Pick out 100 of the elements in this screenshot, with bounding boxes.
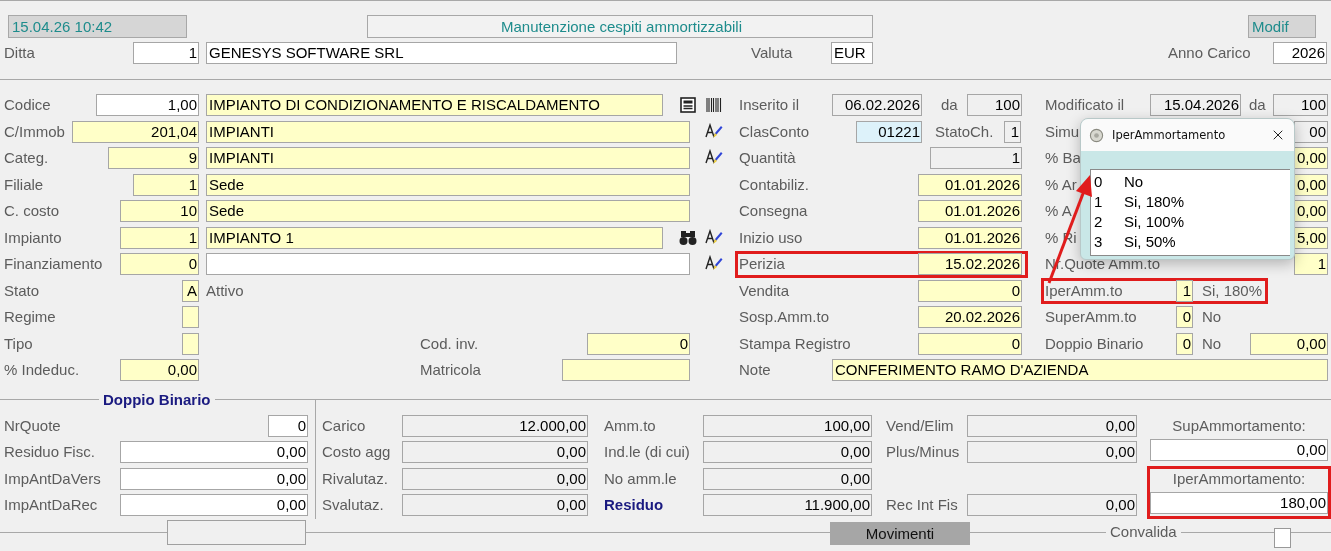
field-label: Note bbox=[739, 361, 771, 380]
input-field[interactable]: 15.04.2026 bbox=[1150, 94, 1241, 117]
input-field[interactable]: 0 bbox=[1176, 332, 1193, 355]
field-label: Vendita bbox=[739, 281, 790, 300]
field-label: Matricola bbox=[420, 361, 481, 380]
field-label: Modificato il bbox=[1045, 96, 1125, 115]
value-field: 12.000,00 bbox=[402, 414, 588, 437]
input-field[interactable]: 0 bbox=[918, 332, 1022, 355]
value-field: 0,00 bbox=[703, 441, 872, 464]
app-icon bbox=[1089, 127, 1104, 143]
input-field[interactable]: IMPIANTO DI CONDIZIONAMENTO E RISCALDAMENTO bbox=[206, 94, 663, 117]
input-field[interactable]: 01.01.2026 bbox=[918, 226, 1022, 249]
input-field[interactable]: CONFERIMENTO RAMO D'AZIENDA bbox=[832, 359, 1328, 382]
input-field[interactable]: 0 bbox=[918, 279, 1022, 302]
input-field[interactable]: 0,00 bbox=[1294, 200, 1328, 223]
field-label: ClasConto bbox=[739, 122, 810, 141]
input-field[interactable]: 9 bbox=[108, 147, 199, 170]
list-option[interactable]: 3 Si, 50% bbox=[1091, 231, 1290, 251]
barcode-button[interactable] bbox=[705, 96, 723, 115]
barcode-icon bbox=[706, 97, 722, 114]
input-field[interactable]: 15.02.2026 bbox=[918, 253, 1022, 276]
mode-indicator: Modif bbox=[1248, 15, 1316, 38]
list-option[interactable]: 1 Si, 180% bbox=[1091, 191, 1290, 211]
list-option[interactable]: 2 Si, 100% bbox=[1091, 211, 1290, 231]
input-field[interactable]: Sede bbox=[206, 200, 690, 223]
field-label: Stampa Registro bbox=[739, 334, 851, 353]
input-field[interactable] bbox=[182, 332, 199, 355]
input-field[interactable]: 0 bbox=[268, 414, 308, 437]
input-field[interactable]: 20.02.2026 bbox=[918, 306, 1022, 329]
input-field[interactable]: 01.01.2026 bbox=[918, 173, 1022, 196]
field-label: Doppio Binario bbox=[1045, 334, 1144, 353]
input-field[interactable]: 201,04 bbox=[72, 120, 199, 143]
input-field[interactable]: 0,00 bbox=[1150, 438, 1328, 461]
input-field[interactable]: IMPIANTO 1 bbox=[206, 226, 663, 249]
field-label: Codice bbox=[4, 96, 51, 115]
input-field[interactable]: 0,00 bbox=[120, 441, 308, 464]
list-option[interactable]: 0 No bbox=[1091, 171, 1290, 191]
detail-button[interactable] bbox=[679, 96, 697, 115]
field-label: Vend/Elim bbox=[886, 416, 954, 435]
search-button[interactable] bbox=[679, 228, 697, 247]
field-label: da bbox=[941, 96, 958, 115]
input-field[interactable]: 0 bbox=[1176, 306, 1193, 329]
movements-button[interactable]: Movimenti bbox=[830, 521, 970, 545]
input-field[interactable] bbox=[562, 359, 690, 382]
value-field: 0,00 bbox=[967, 494, 1137, 517]
total-caption: IperAmmortamento: bbox=[1172, 469, 1306, 488]
field-label: ImpAntDaVers bbox=[4, 469, 101, 488]
input-field[interactable]: 100 bbox=[1273, 94, 1328, 117]
document-icon bbox=[680, 97, 696, 114]
input-field[interactable]: 0,00 bbox=[1294, 147, 1328, 170]
input-field[interactable]: 0,00 bbox=[1294, 173, 1328, 196]
input-field[interactable]: 180,00 bbox=[1150, 491, 1328, 514]
input-field[interactable]: IMPIANTI bbox=[206, 120, 690, 143]
input-field[interactable]: 01221 bbox=[856, 120, 922, 143]
input-field[interactable]: IMPIANTI bbox=[206, 147, 690, 170]
input-field[interactable]: 1 bbox=[133, 173, 199, 196]
input-field[interactable]: 0,00 bbox=[120, 467, 308, 490]
field-label: Finanziamento bbox=[4, 255, 103, 274]
input-field[interactable]: 0,00 bbox=[1250, 332, 1328, 355]
field-label: ImpAntDaRec bbox=[4, 496, 98, 515]
input-field[interactable]: 0,00 bbox=[120, 359, 199, 382]
input-field[interactable]: 1 bbox=[1004, 120, 1021, 143]
input-field[interactable]: 1 bbox=[133, 42, 199, 64]
field-label: Inizio uso bbox=[739, 228, 803, 247]
lookup-button[interactable] bbox=[705, 122, 723, 141]
input-field[interactable]: 0 bbox=[120, 253, 199, 276]
input-field[interactable] bbox=[182, 306, 199, 329]
input-field[interactable]: 2026 bbox=[1273, 42, 1327, 64]
input-field[interactable]: 0 bbox=[587, 332, 690, 355]
input-field[interactable]: 1 bbox=[1294, 253, 1328, 276]
field-label: IperAmm.to bbox=[1045, 281, 1123, 300]
field-label: Residuo bbox=[604, 496, 664, 515]
input-field[interactable]: 1 bbox=[1176, 279, 1193, 302]
input-field[interactable]: 06.02.2026 bbox=[832, 94, 922, 117]
input-field[interactable]: 5,00 bbox=[1294, 226, 1328, 249]
input-field[interactable]: 01.01.2026 bbox=[918, 200, 1022, 223]
field-label: % Ar bbox=[1045, 175, 1077, 194]
field-label: Simu bbox=[1045, 122, 1080, 141]
input-field[interactable]: 1 bbox=[120, 226, 199, 249]
input-field[interactable]: 10 bbox=[120, 200, 199, 223]
field-label: % Indeduc. bbox=[4, 361, 80, 380]
field-label: Filiale bbox=[4, 175, 44, 194]
input-field[interactable]: 1 bbox=[930, 147, 1022, 170]
pen-icon bbox=[705, 122, 723, 141]
input-field[interactable]: 100 bbox=[967, 94, 1022, 117]
input-field[interactable]: EUR bbox=[831, 42, 873, 64]
input-field[interactable] bbox=[206, 253, 690, 276]
input-field[interactable]: A bbox=[182, 279, 199, 302]
field-label: % Ba bbox=[1045, 149, 1081, 168]
field-label: Costo agg bbox=[322, 443, 391, 462]
lookup-button[interactable] bbox=[705, 228, 723, 247]
input-field[interactable]: 0,00 bbox=[120, 494, 308, 517]
input-field[interactable]: 1,00 bbox=[96, 94, 199, 117]
checkbox[interactable] bbox=[1273, 527, 1291, 548]
screen-title: Manutenzione cespiti ammortizzabili bbox=[367, 15, 873, 38]
input-field[interactable]: GENESYS SOFTWARE SRL bbox=[206, 42, 677, 64]
field-label: C. costo bbox=[4, 202, 60, 221]
input-field[interactable]: Sede bbox=[206, 173, 690, 196]
input-field[interactable]: 00 bbox=[1294, 120, 1328, 143]
field-label: StatoCh. bbox=[935, 122, 994, 141]
